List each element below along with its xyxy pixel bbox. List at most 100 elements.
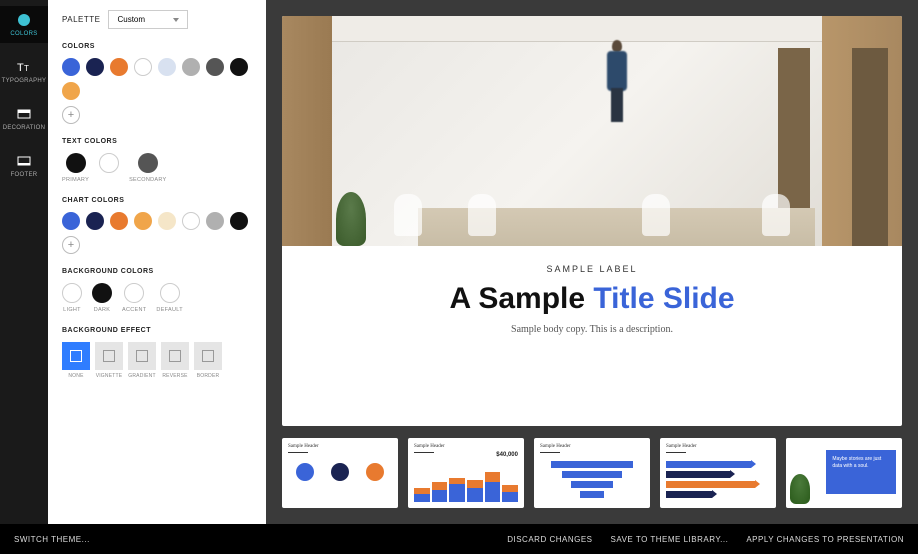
add-color-button[interactable]: + (62, 106, 80, 124)
palette-select[interactable]: Custom (108, 10, 188, 29)
color-swatch[interactable] (62, 212, 80, 230)
color-swatch[interactable] (134, 58, 152, 76)
color-swatch[interactable] (158, 212, 176, 230)
effect-label: GRADIENT (128, 373, 155, 379)
rectangle-icon (16, 106, 32, 122)
color-swatch[interactable] (158, 58, 176, 76)
color-swatch[interactable] (86, 212, 104, 230)
color-swatch[interactable] (230, 58, 248, 76)
section-colors: COLORS + (62, 43, 252, 124)
swatch-row (62, 212, 252, 230)
swatch-row: PRIMARYSECONDARY (62, 153, 252, 183)
color-swatch[interactable] (86, 58, 104, 76)
settings-panel: PALETTE Custom COLORS + TEXT COLORS PRIM… (48, 0, 266, 524)
color-swatch[interactable] (182, 212, 200, 230)
effect-button[interactable] (194, 342, 222, 370)
nav-decoration[interactable]: DECORATION (0, 100, 48, 137)
quote-text: Maybe stories are just data with a soul. (832, 456, 890, 469)
effect-option: NONE (62, 342, 90, 379)
circle-icon (296, 463, 314, 481)
nav-footer[interactable]: FOOTER (0, 147, 48, 184)
thumb-title: Sample Header (666, 444, 770, 449)
nav-label: COLORS (10, 31, 37, 37)
effect-button[interactable] (161, 342, 189, 370)
slide-title: A Sample Title Slide (302, 282, 882, 316)
nav-colors[interactable]: COLORS (0, 6, 48, 43)
thumbnail-5[interactable]: Maybe stories are just data with a soul. (786, 438, 902, 508)
labeled-swatch (99, 153, 119, 183)
color-swatch[interactable] (92, 283, 112, 303)
effect-option: BORDER (194, 342, 222, 379)
sidebar-nav: COLORS TT TYPOGRAPHY DECORATION FOOTER (0, 0, 48, 524)
effect-option: VIGNETTE (95, 342, 123, 379)
effect-option: GRADIENT (128, 342, 156, 379)
thumb-title: Sample Header (540, 444, 644, 449)
color-swatch[interactable] (138, 153, 158, 173)
palette-row: PALETTE Custom (62, 10, 252, 29)
section-text-colors: TEXT COLORS PRIMARYSECONDARY (62, 138, 252, 183)
swatch-label: LIGHT (63, 307, 81, 313)
slide-text-block: SAMPLE LABEL A Sample Title Slide Sample… (282, 246, 902, 353)
thumb-value: $40,000 (496, 452, 518, 458)
effect-label: BORDER (197, 373, 220, 379)
swatch-row (62, 58, 252, 100)
palette-value: Custom (117, 15, 145, 24)
effect-option: REVERSE (161, 342, 189, 379)
add-chart-color-button[interactable]: + (62, 236, 80, 254)
nav-typography[interactable]: TT TYPOGRAPHY (0, 53, 48, 90)
labeled-swatch: DARK (92, 283, 112, 313)
effect-button[interactable] (95, 342, 123, 370)
circle-icon (366, 463, 384, 481)
color-swatch[interactable] (62, 283, 82, 303)
apply-button[interactable]: APPLY CHANGES TO PRESENTATION (746, 535, 904, 544)
palette-icon (16, 12, 32, 28)
effect-button[interactable] (62, 342, 90, 370)
color-swatch[interactable] (206, 212, 224, 230)
color-swatch[interactable] (134, 212, 152, 230)
section-title: BACKGROUND COLORS (62, 268, 252, 275)
color-swatch[interactable] (124, 283, 144, 303)
effect-button[interactable] (128, 342, 156, 370)
thumbnail-strip: Sample Header Sample Header $40,000 (282, 438, 902, 508)
section-title: TEXT COLORS (62, 138, 252, 145)
footer-bar: SWITCH THEME... DISCARD CHANGES SAVE TO … (0, 524, 918, 554)
swatch-label: DARK (94, 307, 110, 313)
swatch-label: PRIMARY (62, 177, 89, 183)
palette-label: PALETTE (62, 15, 100, 24)
thumbnail-2[interactable]: Sample Header $40,000 (408, 438, 524, 508)
chevron-down-icon (173, 18, 179, 22)
color-swatch[interactable] (230, 212, 248, 230)
labeled-swatch: PRIMARY (62, 153, 89, 183)
save-library-button[interactable]: SAVE TO THEME LIBRARY... (611, 535, 729, 544)
swatch-label: ACCENT (122, 307, 146, 313)
slide-preview[interactable]: SAMPLE LABEL A Sample Title Slide Sample… (282, 16, 902, 426)
switch-theme-button[interactable]: SWITCH THEME... (14, 535, 90, 544)
color-swatch[interactable] (206, 58, 224, 76)
labeled-swatch: ACCENT (122, 283, 146, 313)
labeled-swatch: DEFAULT (156, 283, 182, 313)
color-swatch[interactable] (110, 212, 128, 230)
footer-icon (16, 153, 32, 169)
nav-label: TYPOGRAPHY (2, 78, 47, 84)
effect-row: NONEVIGNETTE GRADIENT REVERSE BORDER (62, 342, 252, 379)
nav-label: DECORATION (3, 125, 46, 131)
arrows-icon (666, 461, 770, 498)
bar-chart-icon (414, 459, 518, 502)
color-swatch[interactable] (182, 58, 200, 76)
color-swatch[interactable] (66, 153, 86, 173)
discard-button[interactable]: DISCARD CHANGES (507, 535, 592, 544)
section-title: BACKGROUND EFFECT (62, 327, 252, 334)
color-swatch[interactable] (62, 58, 80, 76)
color-swatch[interactable] (110, 58, 128, 76)
color-swatch[interactable] (62, 82, 80, 100)
canvas-area: SAMPLE LABEL A Sample Title Slide Sample… (266, 0, 918, 524)
labeled-swatch: LIGHT (62, 283, 82, 313)
color-swatch[interactable] (160, 283, 180, 303)
circle-icon (331, 463, 349, 481)
color-swatch[interactable] (99, 153, 119, 173)
thumbnail-1[interactable]: Sample Header (282, 438, 398, 508)
section-chart-colors: CHART COLORS + (62, 197, 252, 254)
thumbnail-3[interactable]: Sample Header (534, 438, 650, 508)
thumbnail-4[interactable]: Sample Header (660, 438, 776, 508)
slide-body: Sample body copy. This is a description. (302, 324, 882, 335)
